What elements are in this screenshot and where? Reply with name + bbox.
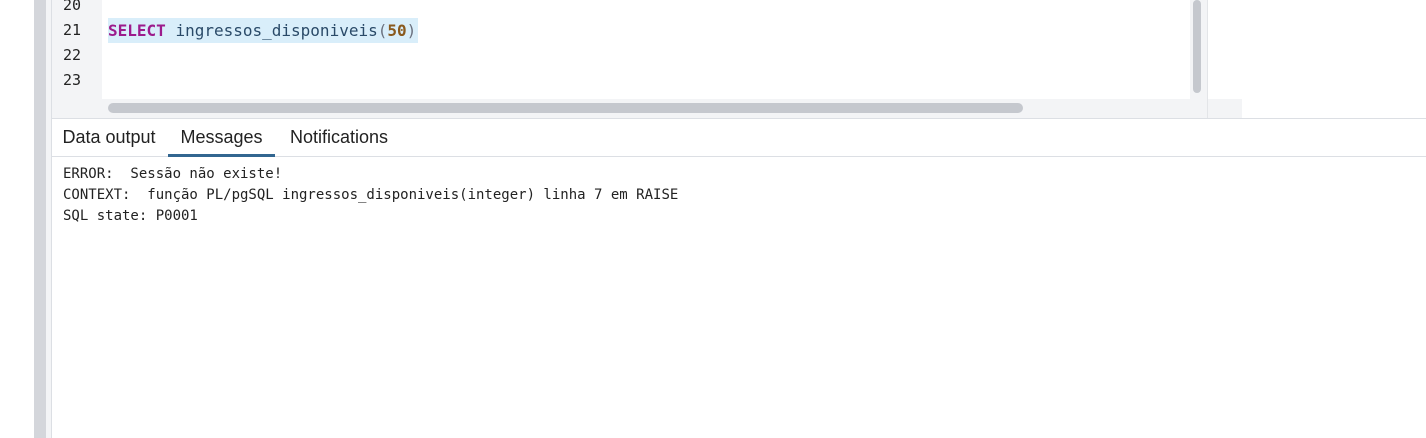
tab-notifications[interactable]: Notifications [280,119,398,157]
tab-data-output[interactable]: Data output [52,119,166,157]
line-number: 22 [63,46,82,64]
numeric-argument: 50 [387,21,407,40]
context-message: CONTEXT: função PL/pgSQL ingressos_dispo… [63,187,679,203]
open-paren: ( [377,21,388,40]
tab-messages[interactable]: Messages [168,119,275,157]
error-message: ERROR: Sessão não existe! [63,166,283,182]
editor-divider [1207,0,1208,118]
line-number: 20 [63,0,82,14]
selected-text: SELECT ingressos_disponiveis(50) [108,18,419,43]
left-panel-scrollbar[interactable] [34,0,46,438]
query-tool-window: 20 21 22 23 SELECT ingressos_disponiveis… [0,0,1426,438]
code-line-21[interactable]: SELECT ingressos_disponiveis(50) [108,18,419,43]
line-number-gutter: 20 21 22 23 [52,0,102,118]
vertical-scrollbar[interactable] [1190,0,1208,118]
messages-panel[interactable]: ERROR: Sessão não existe! CONTEXT: funçã… [52,157,1426,438]
left-margin [0,0,34,438]
line-number: 21 [63,21,82,39]
function-name: ingressos_disponiveis [175,21,378,40]
sql-state-message: SQL state: P0001 [63,208,198,224]
horizontal-scroll-thumb[interactable] [108,103,1023,113]
sql-editor[interactable]: 20 21 22 23 SELECT ingressos_disponiveis… [52,0,1242,118]
close-paren: ) [406,21,417,40]
horizontal-scrollbar[interactable] [102,99,1242,118]
vertical-scroll-thumb[interactable] [1193,0,1201,93]
sql-keyword: SELECT [108,21,166,40]
line-number: 23 [63,71,82,89]
results-tab-bar: Data output Messages Notifications [52,118,1426,157]
